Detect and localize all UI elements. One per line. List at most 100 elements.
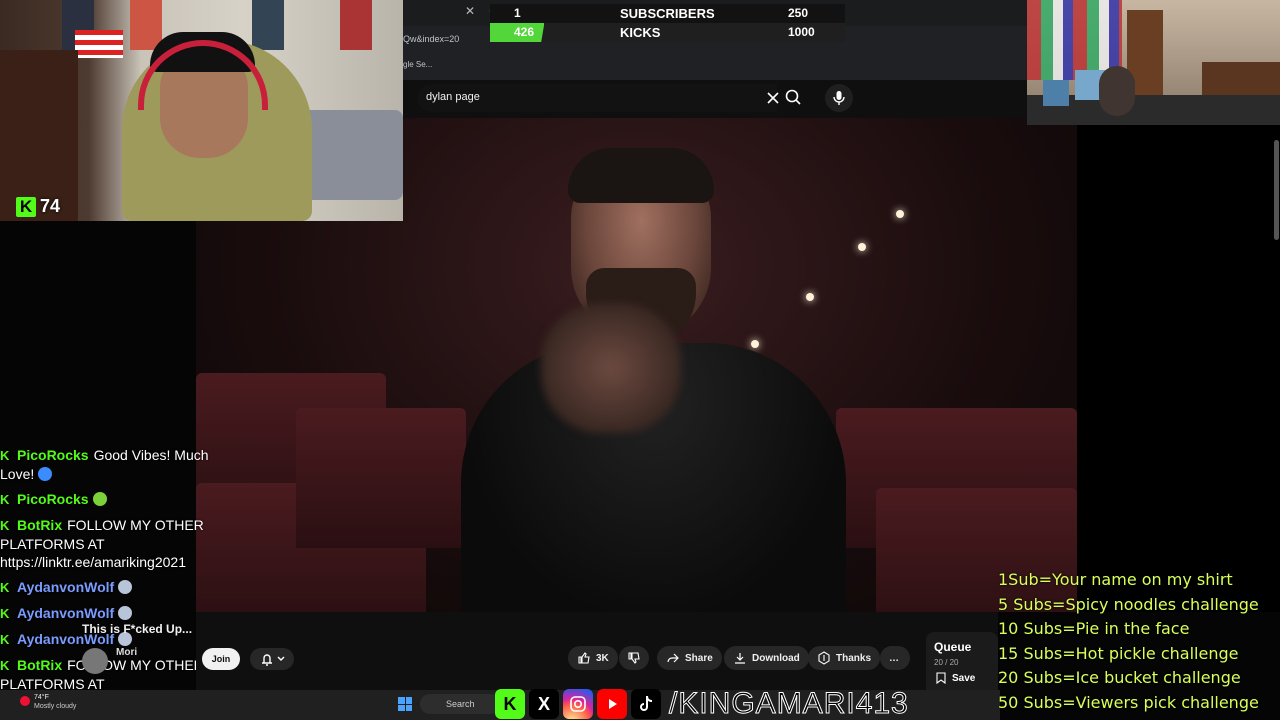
stream-layout: ✕ + Qw&index=20 gle Se... 1 SUBSCRIBERS … [0, 0, 1280, 720]
sub-goals-list: 1Sub=Your name on my shirt 5 Subs=Spicy n… [998, 568, 1280, 720]
sub-goal-item: 10 Subs=Pie in the face [998, 619, 1190, 638]
kick-badge-icon: K [0, 606, 10, 621]
youtube-search-area: dylan page [403, 80, 1028, 118]
kicks-target: 1000 [788, 25, 815, 39]
x-icon: X [529, 689, 559, 719]
clear-search-icon[interactable] [767, 92, 779, 104]
scrollbar-thumb[interactable] [1274, 140, 1279, 240]
kick-badge-icon: K [0, 448, 10, 463]
more-actions-button[interactable]: … [880, 646, 910, 670]
chat-username[interactable]: BotRix [17, 517, 62, 533]
sub-goal-item: 50 Subs=Viewers pick challenge [998, 692, 1259, 712]
like-button[interactable]: 3K [568, 646, 618, 670]
address-bar-fragment[interactable]: Qw&index=20 [403, 34, 459, 44]
sub-goal-item: 5 Subs=Spicy noodles challenge [998, 594, 1259, 614]
join-button[interactable]: Join [202, 648, 240, 670]
windows-start-icon[interactable] [398, 697, 412, 711]
ceiling-light [896, 210, 904, 218]
notifications-button[interactable] [250, 648, 294, 670]
streamer-handle: /KINGAMARI413 [669, 687, 909, 720]
save-queue-button[interactable]: Save [936, 672, 975, 684]
wall-poster [340, 0, 372, 50]
room-camera [1027, 0, 1280, 125]
like-count: 3K [596, 652, 609, 664]
flag-decor [75, 30, 123, 58]
microphone-icon[interactable] [825, 84, 853, 112]
ceiling-light [806, 293, 814, 301]
sub-goal-item: 20 Subs=Ice bucket challenge [998, 668, 1241, 687]
wall-poster [252, 0, 284, 50]
theater-seat [296, 408, 466, 548]
subscribers-current: 1 [514, 6, 521, 20]
dislike-button[interactable] [619, 646, 649, 670]
kick-badge-icon: K [0, 658, 10, 673]
kick-icon: K [495, 689, 525, 719]
search-icon[interactable] [779, 84, 809, 112]
video-title: This is F*cked Up... [82, 622, 193, 636]
bookmark-fragment[interactable]: gle Se... [403, 60, 432, 69]
kick-icon: K [16, 196, 36, 217]
kicks-label: KICKS [620, 25, 661, 40]
kicks-goal: 426 KICKS 1000 [490, 23, 845, 42]
bell-icon [262, 654, 285, 666]
search-query[interactable]: dylan page [426, 91, 480, 103]
chat-message: K PicoRocks [0, 490, 245, 509]
kick-badge-icon: K [0, 632, 10, 647]
viewer-count-badge: K 74 [16, 196, 60, 217]
channel-name[interactable]: Mori [116, 647, 137, 658]
streamer-webcam: K 74 [0, 0, 403, 221]
sub-goal-item: 1Sub=Your name on my shirt [998, 570, 1233, 589]
chat-message: K PicoRocks Good Vibes! Much Love! [0, 446, 245, 483]
chat-username[interactable]: AydanvonWolf [17, 579, 114, 595]
close-tab-icon[interactable]: ✕ [465, 4, 475, 18]
chat-username[interactable]: PicoRocks [17, 491, 89, 507]
ceiling-light [858, 243, 866, 251]
chat-username[interactable]: AydanvonWolf [17, 605, 114, 621]
chat-message: KBotRixFOLLOW MY OTHER PLATFORMS AT http… [0, 516, 245, 571]
weather-text: Mostly cloudy [34, 703, 77, 710]
kick-badge-icon: K [0, 518, 10, 533]
monitor [1043, 80, 1069, 106]
sub-goal-item: 15 Subs=Hot pickle challenge [998, 643, 1239, 663]
tiktok-icon [631, 689, 661, 719]
wolf-emote-icon [118, 606, 133, 620]
subscribers-goal: 1 SUBSCRIBERS 250 [490, 4, 845, 23]
thanks-button[interactable]: Thanks [808, 646, 881, 670]
youtube-icon [597, 689, 627, 719]
weather-temp: 74°F [34, 694, 49, 701]
super-thanks-icon [818, 651, 830, 665]
thumbs-up-icon [578, 652, 590, 664]
queue-count: 20 / 20 [934, 658, 959, 667]
taskbar-search[interactable]: Search [420, 694, 500, 714]
download-button[interactable]: Download [724, 646, 809, 670]
taskbar-search-label: Search [446, 699, 475, 709]
ceiling-light [751, 340, 759, 348]
instagram-icon [563, 689, 593, 719]
weather-icon[interactable] [20, 696, 30, 706]
green-emoji-icon [92, 492, 107, 506]
streamer-at-desk [1099, 66, 1135, 116]
chat-username[interactable]: BotRix [17, 657, 62, 673]
kicks-current: 426 [514, 25, 535, 39]
subscribers-label: SUBSCRIBERS [620, 6, 715, 21]
share-icon [667, 653, 679, 663]
more-icon: … [889, 652, 899, 664]
socials-banner: K X /KINGAMARI413 [495, 687, 915, 720]
goal-widget: 1 SUBSCRIBERS 250 426 KICKS 1000 [490, 4, 845, 42]
bookmark-icon [936, 672, 946, 684]
chat-username[interactable]: PicoRocks [17, 447, 89, 463]
download-icon [735, 653, 745, 664]
save-label: Save [952, 672, 976, 684]
kick-badge-icon: K [0, 580, 10, 595]
page-background [1077, 118, 1280, 612]
subscribers-target: 250 [788, 6, 809, 20]
queue-panel[interactable]: Queue 20 / 20 Save [926, 632, 998, 690]
share-button[interactable]: Share [657, 646, 722, 670]
blue-heart-icon [38, 467, 53, 481]
kick-badge-icon: K [0, 492, 10, 507]
video-person-hands [541, 303, 681, 433]
search-input[interactable]: dylan page [417, 84, 779, 112]
video-person-hair [568, 148, 714, 203]
queue-title: Queue [934, 640, 972, 654]
channel-avatar[interactable] [82, 648, 108, 674]
